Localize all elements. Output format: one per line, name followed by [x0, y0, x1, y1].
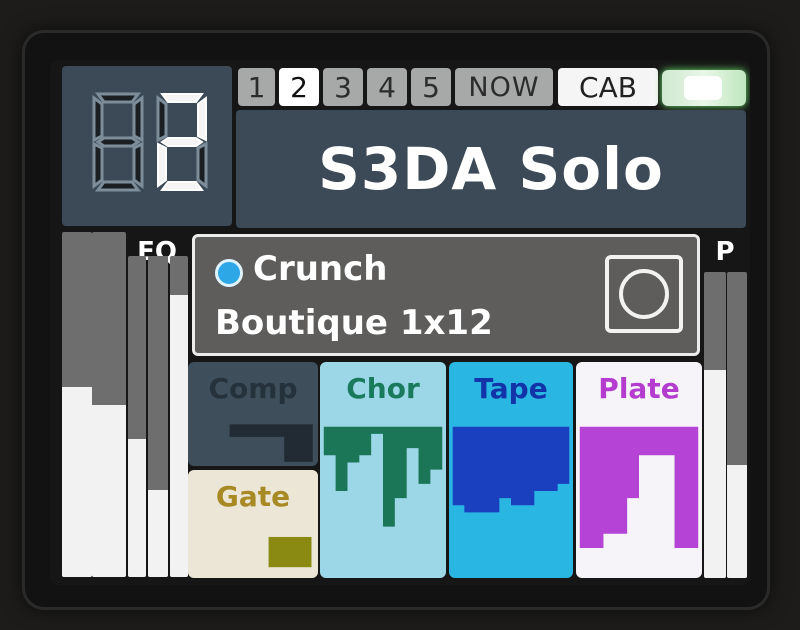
meter-p-1[interactable]: [704, 272, 726, 578]
effect-block-tape[interactable]: Tape: [449, 362, 573, 578]
meter-m-fill: [92, 404, 126, 577]
amp-type: Crunch: [253, 249, 388, 289]
cab-toggle[interactable]: [662, 70, 746, 106]
preset-name-panel: S3DA Solo: [236, 110, 746, 228]
slot-tab-label: 5: [422, 70, 440, 104]
meter-p-2-fill: [727, 464, 747, 578]
slot-tab-label: 2: [290, 70, 308, 104]
slot-tab-5[interactable]: 5: [411, 68, 451, 106]
amp-indicator-dot: [215, 259, 243, 287]
device-screen: 02 1 2 3 4 5 NOW CAB S3DA Solo G M EQ P …: [50, 60, 750, 585]
meter-eq-band-1[interactable]: [128, 256, 146, 577]
meter-eq-band-3[interactable]: [170, 256, 188, 577]
meter-eq-band-3-fill: [170, 294, 188, 577]
preset-digit-ones: [156, 93, 208, 191]
preset-name: S3DA Solo: [318, 135, 664, 203]
meter-g-fill: [62, 387, 92, 577]
slot-tab-now[interactable]: NOW: [455, 68, 553, 106]
stomp-ring-icon[interactable]: [605, 255, 683, 333]
slot-tab-1[interactable]: 1: [238, 68, 275, 106]
meter-p-2[interactable]: [727, 272, 747, 578]
preset-digit-tens: [92, 92, 144, 192]
cab-button-label: CAB: [579, 70, 637, 104]
slot-tab-2[interactable]: 2: [279, 68, 319, 106]
slot-tab-3[interactable]: 3: [323, 68, 363, 106]
amp-block[interactable]: Crunch Boutique 1x12: [192, 234, 700, 356]
meter-label-p: P: [715, 237, 735, 267]
preset-number-display[interactable]: 02: [62, 66, 232, 226]
meter-p-1-fill: [704, 369, 726, 578]
slot-tab-label: 1: [247, 70, 266, 104]
slot-tab-label: NOW: [468, 71, 540, 103]
amp-cab-name: Boutique 1x12: [215, 303, 493, 343]
cab-toggle-knob: [684, 76, 722, 100]
meter-m[interactable]: [92, 232, 126, 577]
slot-tab-label: 4: [378, 70, 396, 104]
effect-block-gate[interactable]: Gate: [188, 470, 318, 578]
cab-button[interactable]: CAB: [558, 68, 658, 106]
meter-eq-band-1-fill: [128, 438, 146, 577]
meter-eq-band-2[interactable]: [148, 256, 168, 577]
slot-tab-label: 3: [334, 70, 352, 104]
meter-g[interactable]: [62, 232, 92, 577]
meter-eq-band-2-fill: [148, 490, 168, 577]
effect-block-plate[interactable]: Plate: [576, 362, 702, 578]
effect-block-comp[interactable]: Comp: [188, 362, 318, 466]
effect-block-chor[interactable]: Chor: [320, 362, 446, 578]
slot-tab-4[interactable]: 4: [367, 68, 407, 106]
